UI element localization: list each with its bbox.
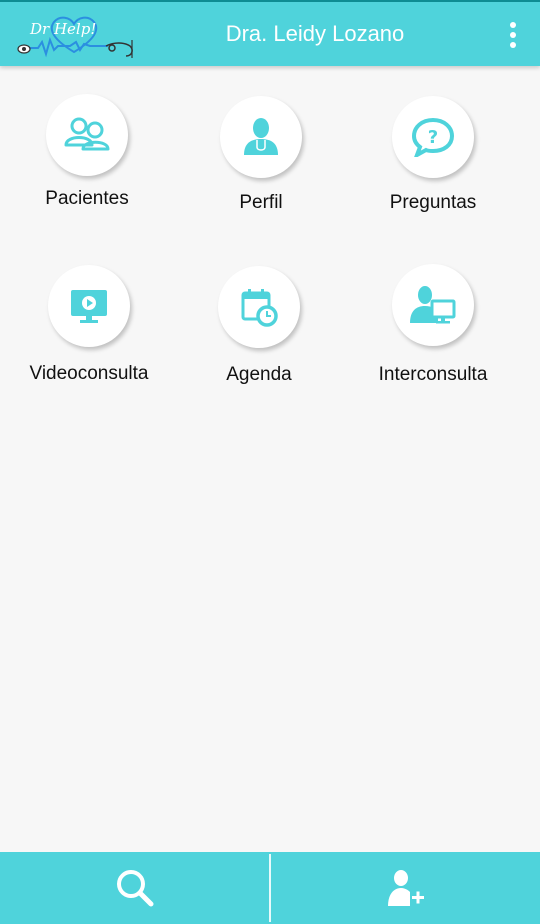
menu-tile-label: Videoconsulta	[29, 363, 149, 384]
menu-tile-perfil[interactable]: Perfil	[218, 96, 304, 213]
search-button[interactable]	[0, 852, 269, 924]
menu-tile-agenda[interactable]: Agenda	[216, 266, 302, 385]
menu-tile-preguntas[interactable]: ? Preguntas	[390, 96, 476, 213]
calendar-clock-icon	[218, 266, 300, 348]
menu-tile-label: Perfil	[239, 192, 283, 213]
page-title: Dra. Leidy Lozano	[225, 21, 405, 46]
question-bubble-icon: ?	[392, 96, 474, 178]
video-monitor-icon	[48, 265, 130, 347]
doctor-profile-icon	[220, 96, 302, 178]
app-bar: Dr Help! Dra. Leidy Lozano	[0, 0, 540, 66]
add-user-button[interactable]	[271, 852, 540, 924]
add-user-icon	[387, 870, 424, 906]
overflow-menu-icon[interactable]	[502, 20, 524, 50]
menu-tile-label: Preguntas	[389, 192, 477, 213]
logo-text: Dr Help!	[29, 20, 96, 38]
patients-icon	[46, 94, 128, 176]
svg-text:?: ?	[428, 127, 438, 148]
bottom-bar	[0, 852, 540, 924]
dr-help-logo[interactable]: Dr Help!	[14, 12, 138, 62]
doctor-computer-icon	[392, 264, 474, 346]
menu-tile-label: Agenda	[226, 364, 292, 385]
menu-tile-pacientes[interactable]: Pacientes	[44, 94, 130, 209]
search-icon	[116, 870, 153, 907]
menu-tile-videoconsulta[interactable]: Videoconsulta	[29, 265, 149, 384]
menu-tile-interconsulta[interactable]: Interconsulta	[379, 264, 487, 385]
menu-tile-label: Pacientes	[45, 188, 129, 209]
menu-tile-label: Interconsulta	[378, 364, 488, 385]
